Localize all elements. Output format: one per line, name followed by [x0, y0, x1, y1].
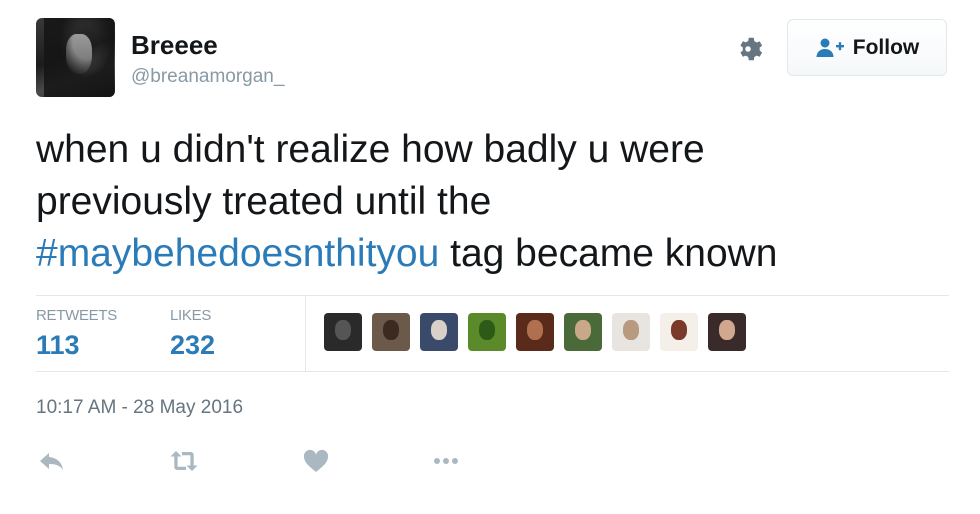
stats-bottom-divider	[36, 371, 949, 372]
liker-face	[719, 320, 735, 340]
liker-face	[431, 320, 447, 340]
tweet-timestamp[interactable]: 10:17 AM - 28 May 2016	[36, 397, 243, 419]
liker-face	[671, 320, 687, 340]
liker-avatar-5[interactable]	[516, 313, 554, 351]
retweet-icon[interactable]	[169, 447, 199, 475]
liker-avatar-8[interactable]	[660, 313, 698, 351]
like-icon[interactable]	[301, 447, 331, 475]
liker-face	[623, 320, 639, 340]
user-handle[interactable]: @breanamorgan_	[131, 66, 284, 88]
liker-avatar-4[interactable]	[468, 313, 506, 351]
liker-avatar-9[interactable]	[708, 313, 746, 351]
display-name[interactable]: Breeee	[131, 30, 218, 61]
likers-list	[324, 313, 746, 351]
retweets-stat[interactable]: RETWEETS 113	[36, 307, 117, 361]
likes-label: LIKES	[170, 307, 212, 324]
stats-top-divider	[36, 295, 949, 296]
liker-avatar-3[interactable]	[420, 313, 458, 351]
add-user-icon	[816, 38, 844, 57]
liker-avatar-2[interactable]	[372, 313, 410, 351]
liker-avatar-7[interactable]	[612, 313, 650, 351]
retweets-count: 113	[36, 330, 80, 360]
tweet-line-2: previously treated until the	[36, 180, 492, 223]
liker-face	[383, 320, 399, 340]
more-icon[interactable]	[431, 447, 461, 475]
reply-icon[interactable]	[37, 447, 67, 475]
gear-icon[interactable]	[736, 34, 766, 64]
follow-button[interactable]: Follow	[787, 19, 947, 76]
follow-button-label: Follow	[852, 35, 920, 59]
tweet-line-3-rest: tag became known	[439, 232, 778, 275]
liker-face	[575, 320, 591, 340]
hashtag-link[interactable]: #maybehedoesnthityou	[36, 232, 439, 275]
liker-face	[527, 320, 543, 340]
likes-stat[interactable]: LIKES 232	[170, 307, 215, 361]
profile-avatar[interactable]	[36, 18, 115, 97]
liker-face	[335, 320, 351, 340]
tweet-line-1: when u didn't realize how badly u were	[36, 128, 705, 171]
likes-count: 232	[170, 330, 216, 360]
tweet-line-3: #maybehedoesnthityou tag became known	[36, 228, 936, 280]
avatar-hair	[44, 18, 114, 97]
retweets-label: RETWEETS	[36, 307, 117, 324]
liker-avatar-1[interactable]	[324, 313, 362, 351]
stats-separator	[305, 296, 306, 371]
liker-avatar-6[interactable]	[564, 313, 602, 351]
liker-face	[479, 320, 495, 340]
tweet-text: when u didn't realize how badly u were p…	[36, 124, 936, 280]
